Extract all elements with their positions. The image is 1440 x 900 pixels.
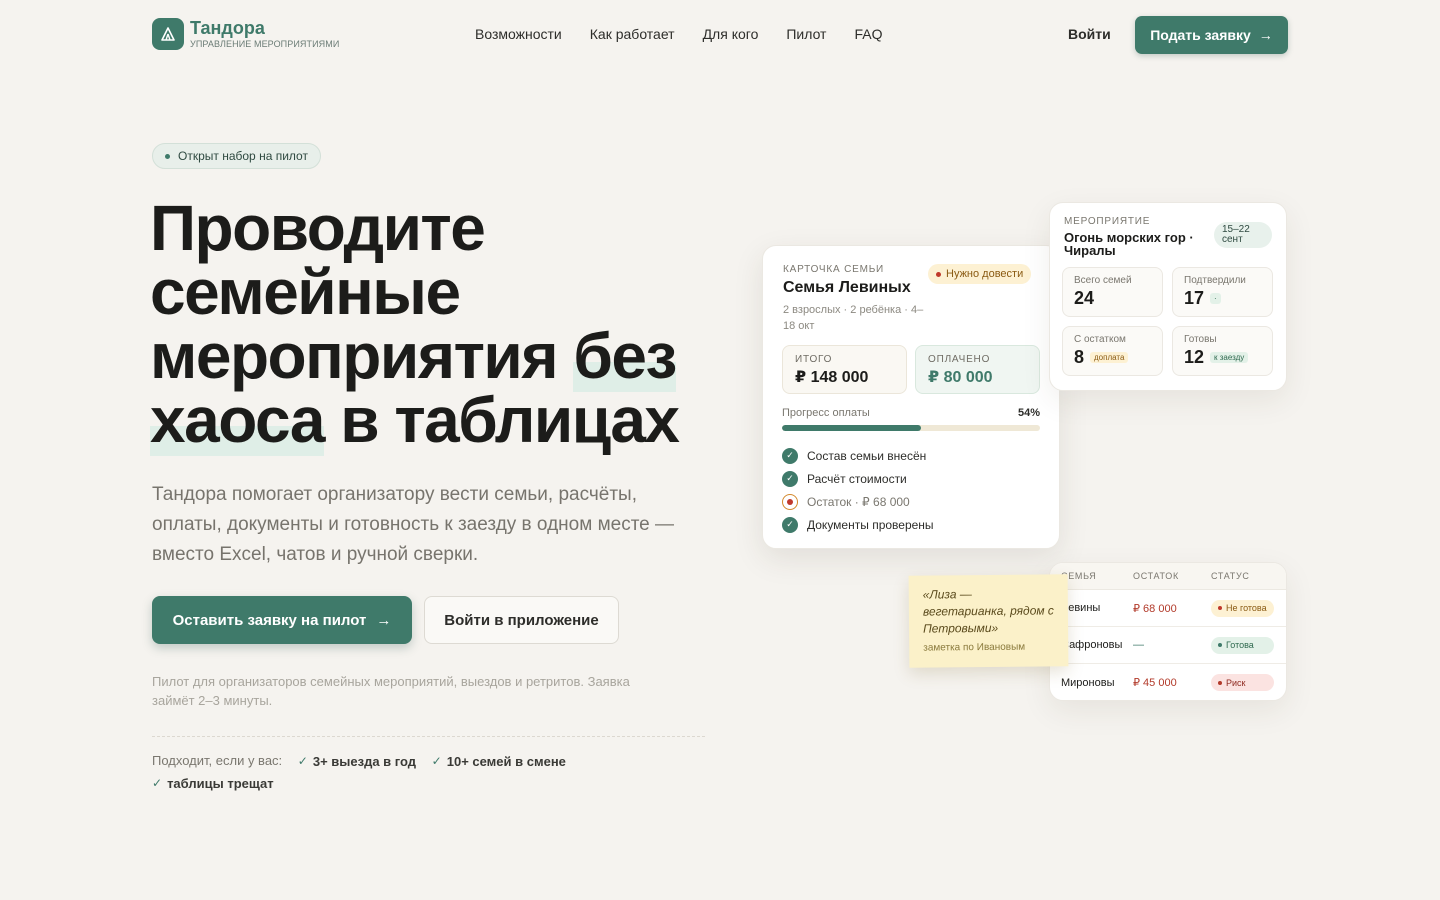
sticky-note-text: «Лиза — вегетарианка, рядом с Петровыми» bbox=[922, 587, 1054, 636]
hero-title-line-2: семейные bbox=[150, 256, 461, 328]
event-name: Огонь морских гор · Чиралы bbox=[1064, 230, 1194, 258]
total-label: ИТОГО bbox=[795, 354, 833, 365]
brand-name: Тандора bbox=[190, 18, 265, 38]
fits-item: ✓ таблицы трещат bbox=[152, 773, 274, 794]
check-circle-icon: ✓ bbox=[782, 470, 798, 487]
hero-title-line-3: мероприятия bbox=[150, 320, 574, 392]
status-badge: Нужно довести bbox=[928, 264, 1032, 284]
hero-title-highlight-1: без bbox=[573, 320, 677, 392]
checklist-item: ✓ Документы проверены bbox=[782, 513, 1042, 536]
check-icon: ✓ bbox=[431, 754, 442, 768]
progress-bar-fill bbox=[782, 425, 922, 431]
hero-title-line-4: в таблицах bbox=[323, 384, 680, 456]
fits-label: Подходит, если у вас: bbox=[152, 753, 283, 768]
nav-for-whom[interactable]: Для кого bbox=[703, 26, 759, 42]
sticky-note-sign: заметка по Ивановым bbox=[923, 641, 1026, 654]
stat-tag: к заезду bbox=[1210, 352, 1249, 363]
sticky-note: «Лиза — вегетарианка, рядом с Петровыми»… bbox=[908, 574, 1069, 668]
apply-button-label: Подать заявку bbox=[1150, 27, 1251, 43]
arrow-right-icon: → bbox=[376, 611, 392, 629]
family-meta: 2 взрослых · 2 ребёнка · 4–18 окт bbox=[783, 304, 924, 332]
open-app-button-label: Войти в приложение bbox=[444, 611, 599, 629]
event-dates-badge: 15–22 сент bbox=[1214, 222, 1272, 248]
arrow-right-icon: → bbox=[1258, 27, 1273, 43]
fits-list: Подходит, если у вас: ✓ 3+ выезда в год ✓… bbox=[152, 750, 612, 794]
hero-title: Проводите семейные мероприятия без хаоса… bbox=[150, 196, 710, 456]
brand-logo[interactable]: Тандора УПРАВЛЕНИЕ МЕРОПРИЯТИЯМИ bbox=[152, 18, 339, 50]
open-app-button[interactable]: Войти в приложение bbox=[424, 596, 619, 644]
stat-tag: доплата bbox=[1090, 352, 1129, 363]
table-row[interactable]: Левины ₽ 68 000 Не готова bbox=[1050, 590, 1286, 627]
login-link[interactable]: Войти bbox=[1068, 26, 1111, 42]
families-table: СЕМЬЯ ОСТАТОК СТАТУС Левины ₽ 68 000 Не … bbox=[1049, 562, 1287, 701]
table-row[interactable]: Мироновы ₽ 45 000 Риск bbox=[1050, 664, 1286, 700]
check-circle-icon: ✓ bbox=[782, 516, 798, 533]
table-row[interactable]: Сафроновы — Готова bbox=[1050, 627, 1286, 664]
progress-row: Прогресс оплаты 54% bbox=[782, 407, 1040, 419]
pilot-badge: Открыт набор на пилот bbox=[152, 143, 321, 169]
pilot-badge-label: Открыт набор на пилот bbox=[178, 149, 308, 163]
stat-confirmed: Подтвердили 17 · bbox=[1172, 267, 1273, 317]
check-circle-icon: ✓ bbox=[782, 447, 798, 464]
checklist-item: ✓ Состав семьи внесён bbox=[782, 444, 1042, 467]
table-header: СЕМЬЯ ОСТАТОК СТАТУС bbox=[1050, 563, 1286, 590]
progress-label: Прогресс оплаты bbox=[782, 407, 870, 419]
stat-total-families: Всего семей 24 bbox=[1062, 267, 1163, 317]
fits-item: ✓ 3+ выезда в год bbox=[298, 751, 416, 772]
brand-tagline: УПРАВЛЕНИЕ МЕРОПРИЯТИЯМИ bbox=[190, 39, 340, 49]
status-dot-icon bbox=[165, 153, 170, 159]
checklist-item: Остаток · ₽ 68 000 bbox=[782, 490, 1042, 513]
status-badge: Не готова bbox=[1211, 599, 1274, 617]
pending-circle-icon bbox=[782, 493, 798, 510]
total-amount-box: ИТОГО ₽ 148 000 bbox=[782, 345, 907, 394]
hero-title-line-1: Проводите bbox=[150, 192, 486, 264]
hero-description: Тандора помогает организатору вести семь… bbox=[152, 484, 675, 565]
progress-bar bbox=[782, 425, 1040, 431]
fits-item: ✓ 10+ семей в смене bbox=[432, 751, 566, 772]
checklist-item: ✓ Расчёт стоимости bbox=[782, 467, 1042, 490]
paid-amount-box: ОПЛАЧЕНО ₽ 80 000 bbox=[915, 345, 1040, 394]
stat-ready: Готовы 12 к заезду bbox=[1172, 326, 1273, 376]
apply-button[interactable]: Подать заявку → bbox=[1135, 16, 1288, 54]
check-icon: ✓ bbox=[297, 754, 308, 768]
status-dot-icon bbox=[936, 271, 941, 277]
paid-value: ₽ 80 000 bbox=[928, 369, 993, 386]
paid-label: ОПЛАЧЕНО bbox=[928, 354, 991, 365]
nav-pilot[interactable]: Пилот bbox=[786, 26, 826, 42]
divider bbox=[152, 736, 705, 737]
tent-icon bbox=[152, 18, 184, 50]
check-icon: ✓ bbox=[152, 776, 163, 790]
nav-how-it-works[interactable]: Как работает bbox=[590, 26, 675, 42]
nav-faq[interactable]: FAQ bbox=[854, 26, 882, 42]
total-value: ₽ 148 000 bbox=[795, 369, 869, 386]
progress-percent: 54% bbox=[1017, 407, 1040, 419]
apply-pilot-button-label: Оставить заявку на пилот bbox=[172, 611, 367, 629]
checklist: ✓ Состав семьи внесён ✓ Расчёт стоимости О… bbox=[782, 444, 1042, 536]
main-nav: Возможности Как работает Для кого Пилот … bbox=[475, 26, 882, 42]
nav-features[interactable]: Возможности bbox=[475, 26, 562, 42]
apply-pilot-button[interactable]: Оставить заявку на пилот → bbox=[152, 596, 412, 644]
pilot-note: Пилот для организаторов семейных меропри… bbox=[152, 674, 630, 708]
hero-title-highlight-2: хаоса bbox=[150, 384, 325, 456]
status-badge: Готова bbox=[1211, 636, 1274, 654]
status-badge-label: Нужно довести bbox=[946, 268, 1024, 280]
stat-with-balance: С остатком 8 доплата bbox=[1062, 326, 1163, 376]
status-badge: Риск bbox=[1211, 674, 1274, 691]
